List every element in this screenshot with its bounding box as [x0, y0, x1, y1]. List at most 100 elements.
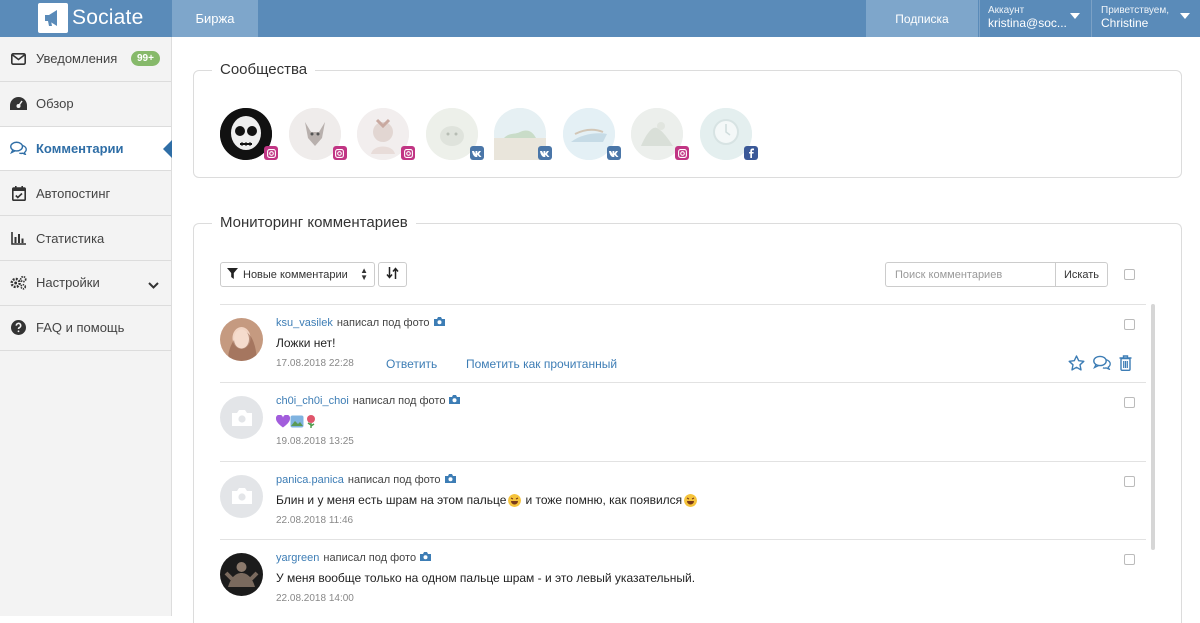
monitoring-title: Мониторинг комментариев — [212, 214, 416, 231]
community-avatar[interactable] — [425, 108, 484, 160]
comments-icon — [10, 140, 27, 157]
community-avatar[interactable] — [357, 108, 415, 160]
laughing-emoji-icon — [506, 493, 523, 507]
comment-username[interactable]: panica.panica — [276, 474, 344, 486]
sidebar-item-overview[interactable]: Обзор — [0, 82, 171, 127]
sidebar-item-label: Уведомления — [36, 51, 118, 67]
sort-button[interactable] — [378, 262, 407, 287]
comment-checkbox[interactable] — [1124, 397, 1135, 409]
comment-header: ksu_vasilek написал под фото — [276, 317, 445, 329]
select-arrows-icon: ▲ ▼ — [360, 266, 368, 282]
megaphone-icon — [38, 3, 68, 33]
comment-date: 22.08.2018 11:46 — [276, 514, 354, 526]
instagram-icon — [675, 146, 689, 160]
community-avatar[interactable] — [631, 108, 689, 160]
avatar[interactable] — [220, 318, 263, 361]
comment-action: написал под фото — [336, 317, 430, 329]
comment-header: yargreen написал под фото — [276, 551, 432, 564]
sidebar-item-faq[interactable]: FAQ и помощь — [0, 306, 171, 351]
sidebar-item-statistics[interactable]: Статистика — [0, 216, 171, 261]
comment-text-part: Блин и у меня есть шрам на этом пальце — [276, 492, 507, 507]
nav-subscription[interactable]: Подписка — [866, 0, 978, 37]
community-avatar[interactable] — [494, 108, 552, 160]
comment-text: Блин и у меня есть шрам на этом пальце и… — [276, 493, 699, 507]
rose-icon — [304, 414, 318, 431]
community-avatars — [220, 108, 768, 160]
camera-icon[interactable] — [433, 317, 445, 329]
camera-icon[interactable] — [420, 551, 432, 564]
comment-header: ch0i_ch0i_choi написал под фото — [276, 395, 461, 408]
sidebar-item-label: Обзор — [36, 96, 74, 112]
avatar-placeholder[interactable] — [220, 396, 263, 440]
instagram-icon — [401, 146, 415, 160]
nav-birzha[interactable]: Биржа — [172, 0, 258, 37]
communities-panel: Сообщества — [193, 61, 1182, 178]
sidebar-item-autoposting[interactable]: Автопостинг — [0, 171, 171, 217]
comment-action: написал под фото — [323, 551, 417, 564]
vk-icon — [469, 146, 484, 160]
sidebar-item-notifications[interactable]: Уведомления 99+ — [0, 37, 171, 82]
filter-label: Новые комментарии — [243, 268, 348, 281]
mark-read-link[interactable]: Пометить как прочитанный — [466, 357, 617, 371]
comment-username[interactable]: ch0i_ch0i_choi — [276, 395, 349, 407]
search-input[interactable] — [885, 262, 1056, 287]
laughing-emoji-icon — [682, 493, 699, 507]
logo-text: Sociate — [72, 6, 144, 29]
sidebar-item-label: Комментарии — [36, 140, 124, 156]
comment-text — [275, 414, 318, 431]
notification-badge: 99+ — [131, 51, 160, 66]
calendar-check-icon — [10, 185, 27, 202]
community-avatar[interactable] — [699, 108, 758, 160]
sidebar-item-label: Настройки — [36, 275, 100, 291]
communities-title: Сообщества — [212, 61, 316, 78]
camera-icon[interactable] — [449, 395, 461, 407]
comment-item: panica.panica написал под фото Блин и у … — [220, 460, 1146, 539]
caret-down-icon — [1180, 13, 1190, 19]
account-dropdown[interactable]: Аккаунт kristina@soc... — [979, 0, 1091, 37]
community-avatar[interactable] — [220, 108, 278, 160]
avatar-placeholder[interactable] — [220, 474, 263, 518]
comment-list: ksu_vasilek написал под фото Ложки нет! … — [220, 304, 1146, 617]
monitoring-panel: Мониторинг комментариев Новые комментари… — [193, 214, 1182, 623]
comment-tools — [1068, 355, 1132, 376]
comment-checkbox[interactable] — [1124, 319, 1135, 330]
facebook-icon — [743, 146, 758, 160]
filter-icon — [227, 267, 238, 282]
comment-item: ksu_vasilek написал под фото Ложки нет! … — [220, 304, 1146, 382]
camera-icon — [231, 409, 252, 426]
chevron-down-icon[interactable] — [148, 277, 159, 292]
comment-username[interactable]: yargreen — [276, 552, 319, 564]
sidebar-item-settings[interactable]: Настройки — [0, 261, 171, 306]
community-avatar[interactable] — [288, 108, 347, 160]
community-avatar[interactable] — [562, 108, 621, 160]
purple-heart-icon — [275, 414, 291, 431]
reply-link[interactable]: Ответить — [386, 357, 437, 371]
comment-checkbox[interactable] — [1124, 553, 1135, 565]
camera-icon[interactable] — [444, 473, 456, 486]
sidebar: Уведомления 99+ Обзор Комментарии Автопо… — [0, 37, 172, 616]
select-all-checkbox[interactable] — [1124, 269, 1135, 280]
scrollbar[interactable] — [1151, 304, 1155, 550]
camera-icon — [231, 488, 252, 505]
sidebar-item-comments[interactable]: Комментарии — [0, 126, 172, 172]
comment-date: 22.08.2018 14:00 — [276, 592, 354, 604]
comment-checkbox[interactable] — [1124, 475, 1135, 487]
gears-icon — [10, 274, 27, 291]
comment-text-part: и тоже помню, как появился — [525, 492, 683, 507]
logo[interactable]: Sociate — [38, 3, 143, 33]
trash-icon[interactable] — [1119, 355, 1132, 376]
comment-username[interactable]: ksu_vasilek — [276, 317, 333, 329]
comment-text: Ложки нет! — [276, 336, 336, 350]
comment-action: написал под фото — [352, 395, 446, 408]
star-icon[interactable] — [1068, 355, 1085, 376]
sidebar-item-label: FAQ и помощь — [36, 320, 125, 336]
comments-icon[interactable] — [1093, 355, 1111, 376]
comment-item: ch0i_ch0i_choi написал под фото 19.08.20… — [220, 382, 1146, 460]
comments-filter-select[interactable]: Новые комментарии ▲ ▼ — [220, 262, 375, 287]
avatar[interactable] — [220, 552, 263, 596]
dashboard-icon — [10, 95, 27, 112]
search-button[interactable]: Искать — [1055, 262, 1108, 287]
comment-text: У меня вообще только на одном пальце шра… — [276, 570, 696, 585]
user-dropdown[interactable]: Приветствуем, Christine — [1091, 0, 1200, 37]
comment-date: 19.08.2018 13:25 — [276, 436, 354, 448]
